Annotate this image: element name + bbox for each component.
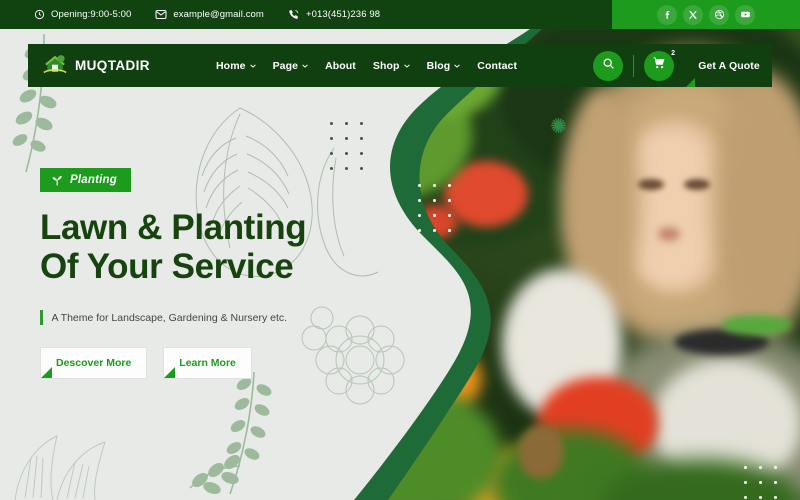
nav-item-contact-label: Contact	[477, 59, 518, 72]
facebook-icon[interactable]	[657, 4, 677, 25]
social-links-group	[612, 0, 800, 29]
x-twitter-icon[interactable]	[683, 4, 703, 25]
email-text: example@gmail.com	[173, 9, 264, 20]
learn-more-label: Learn More	[179, 357, 236, 370]
subtitle-accent-bar	[40, 310, 43, 326]
hero-category-badge: Planting	[40, 168, 131, 192]
topbar-contact-group: Opening:9:00-5:00 example@gmail.com +013…	[34, 9, 380, 21]
nav-item-blog-label: Blog	[426, 59, 451, 72]
page-title: Lawn & Planting Of Your Service	[40, 208, 370, 286]
youtube-icon[interactable]	[735, 4, 755, 25]
dot	[360, 122, 363, 125]
learn-more-button[interactable]: Learn More	[163, 347, 252, 380]
hero-badge-label: Planting	[70, 174, 117, 186]
hero-image	[352, 29, 800, 500]
dot	[774, 496, 777, 499]
email-contact[interactable]: example@gmail.com	[155, 9, 264, 20]
phone-icon	[288, 9, 300, 21]
dot	[418, 229, 421, 232]
phone-text: +013(451)236 98	[305, 9, 381, 20]
decorative-leaf-lineart-bottom-left	[14, 435, 106, 500]
dot	[345, 152, 348, 155]
decorative-leaf-sprig-bottom	[189, 371, 272, 495]
nav-item-contact[interactable]: Contact	[477, 60, 517, 72]
dot	[330, 152, 333, 155]
get-a-quote-button[interactable]: Get A Quote	[686, 44, 772, 87]
dot	[448, 184, 451, 187]
hero-heading-line-1: Lawn & Planting	[40, 208, 307, 247]
dot	[418, 214, 421, 217]
nav-item-shop-label: Shop	[372, 59, 400, 72]
dot	[744, 466, 747, 469]
search-button[interactable]	[593, 50, 623, 81]
dot	[433, 199, 436, 202]
nav-links-group: Home Page About Shop Blog Contact	[216, 60, 517, 72]
hero-landing-page: Opening:9:00-5:00 example@gmail.com +013…	[0, 0, 800, 500]
nav-item-about-label: About	[325, 59, 356, 72]
dot	[330, 122, 333, 125]
get-a-quote-label: Get A Quote	[698, 59, 760, 72]
chevron-down-icon	[302, 64, 308, 68]
hero-heading-line-2: Of Your Service	[40, 247, 294, 287]
nav-item-shop[interactable]: Shop	[373, 60, 410, 72]
opening-hours: Opening:9:00-5:00	[34, 9, 131, 20]
dot	[759, 496, 762, 499]
dot	[744, 496, 747, 499]
dot	[345, 122, 348, 125]
chevron-down-icon	[403, 64, 410, 68]
nav-item-page[interactable]: Page	[273, 60, 309, 72]
cart-count-badge: 2	[671, 49, 675, 57]
house-garden-logo-icon	[42, 51, 68, 80]
dribbble-icon[interactable]	[709, 4, 729, 25]
dot	[448, 229, 451, 232]
hero-cta-group: Descover More Learn More	[40, 347, 370, 380]
main-navigation-bar: MUQTADIR Home Page About Shop Blog Conta…	[28, 44, 772, 87]
nav-item-about[interactable]: About	[325, 60, 356, 72]
cart-button[interactable]: 2	[644, 49, 675, 81]
brand-logo[interactable]: MUQTADIR	[42, 51, 192, 80]
nav-item-page-label: Page	[272, 59, 299, 72]
dot	[759, 466, 762, 469]
nav-item-home[interactable]: Home	[216, 60, 256, 72]
phone-contact[interactable]: +013(451)236 98	[288, 9, 380, 21]
clock-icon	[34, 9, 45, 20]
dot	[418, 184, 421, 187]
decorative-dot-grid-bottom-right	[744, 466, 777, 499]
opening-hours-text: Opening:9:00-5:00	[51, 9, 132, 20]
nav-item-blog[interactable]: Blog	[427, 60, 461, 72]
dot	[744, 481, 747, 484]
dot	[418, 199, 421, 202]
dot	[433, 229, 436, 232]
chevron-down-icon	[249, 64, 256, 68]
seedling-icon	[52, 174, 63, 186]
hero-subtitle: A Theme for Landscape, Gardening & Nurse…	[40, 310, 370, 326]
dot	[360, 137, 363, 140]
nav-actions-group: 2 Get A Quote	[593, 44, 772, 87]
chevron-down-icon	[454, 64, 461, 68]
dot	[360, 152, 363, 155]
nav-item-home-label: Home	[216, 59, 246, 72]
envelope-icon	[155, 9, 167, 20]
dot	[330, 137, 333, 140]
dot	[774, 466, 777, 469]
shopping-cart-icon	[652, 56, 666, 75]
dot	[759, 481, 762, 484]
brand-name: MUQTADIR	[75, 58, 150, 73]
decorative-dot-grid-on-image	[418, 184, 451, 232]
decorative-dot-grid-left	[330, 122, 363, 170]
hero-subtitle-text: A Theme for Landscape, Gardening & Nurse…	[51, 311, 288, 324]
search-icon	[602, 57, 615, 75]
dot	[433, 184, 436, 187]
nav-divider	[633, 54, 634, 77]
dot	[448, 199, 451, 202]
hero-text-block: Planting Lawn & Planting Of Your Service…	[40, 168, 370, 380]
dot	[774, 481, 777, 484]
descover-more-button[interactable]: Descover More	[40, 347, 148, 380]
top-info-bar: Opening:9:00-5:00 example@gmail.com +013…	[0, 0, 800, 29]
descover-more-label: Descover More	[56, 357, 132, 370]
dot	[433, 214, 436, 217]
dot	[448, 214, 451, 217]
dot	[345, 137, 348, 140]
